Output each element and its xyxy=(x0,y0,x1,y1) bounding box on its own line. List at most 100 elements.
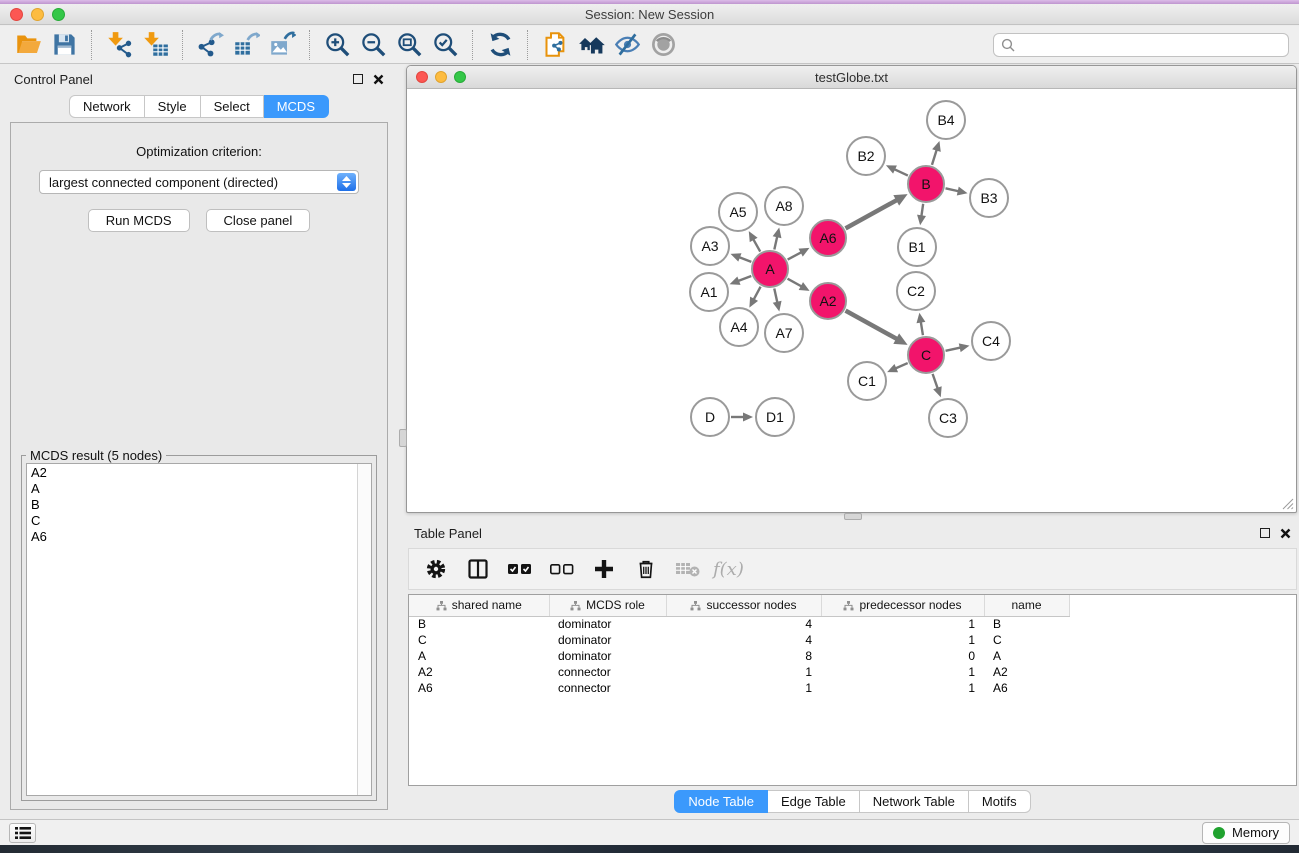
list-item[interactable]: C xyxy=(31,513,367,529)
column-header-successor-nodes[interactable]: successor nodes xyxy=(666,595,821,616)
column-header-mcds-role[interactable]: MCDS role xyxy=(549,595,666,616)
graph-node-A3[interactable]: A3 xyxy=(690,226,730,266)
zoom-fit-button[interactable] xyxy=(391,28,427,62)
optimization-criterion-select[interactable]: largest connected component (directed) xyxy=(39,170,359,194)
table-row[interactable]: A6connector11A6 xyxy=(409,680,1069,696)
graph-node-D[interactable]: D xyxy=(690,397,730,437)
export-image-button[interactable] xyxy=(264,28,300,62)
graph-edge-B-B1[interactable] xyxy=(921,204,923,218)
refresh-layout-button[interactable] xyxy=(482,28,518,62)
task-history-button[interactable] xyxy=(9,823,36,843)
graph-node-A2[interactable]: A2 xyxy=(809,282,847,320)
tab-network-table[interactable]: Network Table xyxy=(860,790,969,813)
tab-node-table[interactable]: Node Table xyxy=(674,790,768,813)
resize-grip[interactable] xyxy=(1281,497,1294,510)
graph-node-B2[interactable]: B2 xyxy=(846,136,886,176)
home-layout-button[interactable] xyxy=(573,28,609,62)
node-table-container[interactable]: shared name MCDS role successor nodes pr… xyxy=(408,594,1297,786)
splitter-handle-horizontal[interactable] xyxy=(844,513,862,520)
hide-graphics-details-button[interactable] xyxy=(609,28,645,62)
column-header-shared-name[interactable]: shared name xyxy=(409,595,549,616)
graph-edge-C-C1[interactable] xyxy=(894,363,907,369)
close-panel-button[interactable] xyxy=(373,74,384,85)
graph-edge-A6-B[interactable] xyxy=(846,199,898,228)
tab-mcds[interactable]: MCDS xyxy=(264,95,329,118)
zoom-out-button[interactable] xyxy=(355,28,391,62)
graph-node-C1[interactable]: C1 xyxy=(847,361,887,401)
column-header-name[interactable]: name xyxy=(984,595,1069,616)
tab-motifs[interactable]: Motifs xyxy=(969,790,1031,813)
table-settings-button[interactable] xyxy=(419,552,453,586)
list-item[interactable]: A6 xyxy=(31,529,367,545)
graph-node-C[interactable]: C xyxy=(907,336,945,374)
tab-select[interactable]: Select xyxy=(201,95,264,118)
graph-edge-A-A6[interactable] xyxy=(788,252,803,260)
graph-edge-C-C2[interactable] xyxy=(921,321,923,336)
search-field[interactable] xyxy=(993,33,1289,57)
table-row[interactable]: Bdominator41B xyxy=(409,616,1069,632)
graph-node-C3[interactable]: C3 xyxy=(928,398,968,438)
graph-edge-A-A5[interactable] xyxy=(753,238,761,251)
float-table-panel-button[interactable] xyxy=(1260,528,1270,538)
add-row-button[interactable] xyxy=(587,552,621,586)
scrollbar[interactable] xyxy=(357,464,371,795)
graph-node-A6[interactable]: A6 xyxy=(809,219,847,257)
select-all-button[interactable] xyxy=(503,552,537,586)
column-selector-button[interactable] xyxy=(461,552,495,586)
memory-button[interactable]: Memory xyxy=(1202,822,1290,844)
graph-edge-A-A4[interactable] xyxy=(753,287,760,301)
graph-edge-A-A3[interactable] xyxy=(738,257,751,262)
import-network-button[interactable] xyxy=(101,28,137,62)
deselect-all-button[interactable] xyxy=(545,552,579,586)
graph-node-A8[interactable]: A8 xyxy=(764,186,804,226)
list-item[interactable]: A2 xyxy=(31,465,367,481)
clone-network-button[interactable] xyxy=(537,28,573,62)
graph-edge-A-A2[interactable] xyxy=(788,279,803,287)
mcds-result-list[interactable]: A2 A B C A6 xyxy=(26,463,372,796)
save-session-button[interactable] xyxy=(46,28,82,62)
column-header-predecessor-nodes[interactable]: predecessor nodes xyxy=(821,595,984,616)
network-canvas[interactable]: B4 B2 B B3 A5A8A6 B1 A3 A C2 A1 A2 A4A7 C4 C C1 C3 D D1 xyxy=(407,89,1294,509)
graph-edge-C-C3[interactable] xyxy=(933,374,939,390)
splitter-handle-vertical[interactable] xyxy=(399,429,407,447)
open-session-button[interactable] xyxy=(10,28,46,62)
delete-row-button[interactable] xyxy=(629,552,663,586)
zoom-in-button[interactable] xyxy=(319,28,355,62)
graph-edge-B-B4[interactable] xyxy=(932,149,937,165)
graph-node-B3[interactable]: B3 xyxy=(969,178,1009,218)
graph-node-A4[interactable]: A4 xyxy=(719,307,759,347)
graph-node-C4[interactable]: C4 xyxy=(971,321,1011,361)
list-item[interactable]: A xyxy=(31,481,367,497)
network-window-titlebar[interactable]: testGlobe.txt xyxy=(407,66,1296,89)
graph-node-A7[interactable]: A7 xyxy=(764,313,804,353)
graph-node-B4[interactable]: B4 xyxy=(926,100,966,140)
table-row[interactable]: Adominator80A xyxy=(409,648,1069,664)
graph-node-A5[interactable]: A5 xyxy=(718,192,758,232)
table-row[interactable]: Cdominator41C xyxy=(409,632,1069,648)
tab-edge-table[interactable]: Edge Table xyxy=(768,790,860,813)
graph-node-B1[interactable]: B1 xyxy=(897,227,937,267)
table-row[interactable]: A2connector11A2 xyxy=(409,664,1069,680)
run-mcds-button[interactable]: Run MCDS xyxy=(88,209,190,232)
export-network-button[interactable] xyxy=(192,28,228,62)
graph-edge-A-A1[interactable] xyxy=(737,276,751,281)
graph-edge-A-A8[interactable] xyxy=(774,235,777,249)
float-panel-button[interactable] xyxy=(353,74,363,84)
close-panel-action-button[interactable]: Close panel xyxy=(206,209,311,232)
graph-node-A1[interactable]: A1 xyxy=(689,272,729,312)
graph-node-B[interactable]: B xyxy=(907,165,945,203)
graph-edge-A2-C[interactable] xyxy=(846,311,898,340)
graph-node-A[interactable]: A xyxy=(751,250,789,288)
tab-network[interactable]: Network xyxy=(69,95,145,118)
show-graphics-details-button[interactable] xyxy=(645,28,681,62)
graph-edge-B-B2[interactable] xyxy=(893,169,908,176)
graph-node-D1[interactable]: D1 xyxy=(755,397,795,437)
import-table-button[interactable] xyxy=(137,28,173,62)
zoom-selected-button[interactable] xyxy=(427,28,463,62)
graph-edge-B-B3[interactable] xyxy=(946,188,960,191)
list-item[interactable]: B xyxy=(31,497,367,513)
graph-edge-C-C4[interactable] xyxy=(946,347,962,350)
search-input[interactable] xyxy=(1020,37,1281,52)
graph-node-C2[interactable]: C2 xyxy=(896,271,936,311)
graph-edge-A-A7[interactable] xyxy=(774,289,777,304)
